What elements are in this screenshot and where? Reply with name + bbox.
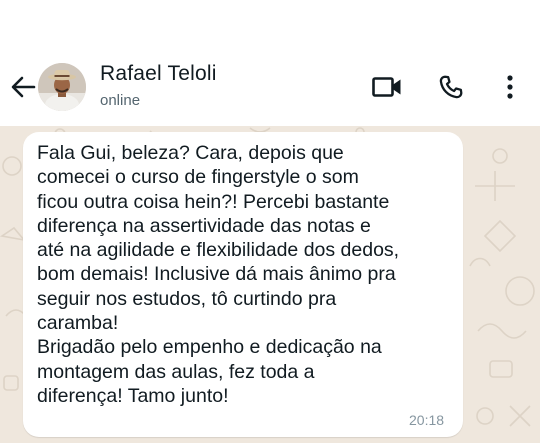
message-line: seguir nos estudos, tô curtindo pra <box>37 287 337 310</box>
message-line: Brigadão pelo empenho e dedicação na <box>37 336 382 359</box>
message-line: caramba! <box>37 312 119 335</box>
more-options-icon <box>507 75 513 99</box>
message-line: ficou outra coisa hein?! Percebi bastant… <box>37 190 390 213</box>
contact-status: online <box>100 92 141 109</box>
message-text: Fala Gui, beleza? Cara, depois que comec… <box>37 141 457 408</box>
contact-photo <box>38 63 86 111</box>
message-line: diferença na assertividade das notas e <box>37 214 371 237</box>
avatar[interactable] <box>38 63 86 111</box>
video-call-button[interactable] <box>370 72 404 102</box>
message-line: diferença! Tamo junto! <box>37 384 229 407</box>
message-line: comecei o curso de fingerstyle o som <box>37 166 359 189</box>
message-line: bom demais! Inclusive dá mais ânimo pra <box>37 263 396 286</box>
voice-call-button[interactable] <box>436 72 466 102</box>
chat-header: Rafael Teloli online <box>0 0 540 126</box>
back-arrow-icon <box>11 76 36 98</box>
message-line: até na agilidade e flexibilidade dos ded… <box>37 239 400 262</box>
contact-name[interactable]: Rafael Teloli <box>100 62 217 86</box>
video-call-icon <box>372 77 401 97</box>
message-line: Fala Gui, beleza? Cara, depois que <box>37 142 344 164</box>
more-options-button[interactable] <box>500 72 520 102</box>
phone-call-icon <box>439 75 463 99</box>
message-line: montagem das aulas, fez toda a <box>37 360 315 383</box>
message-timestamp: 20:18 <box>409 412 445 428</box>
back-button[interactable] <box>8 70 38 104</box>
